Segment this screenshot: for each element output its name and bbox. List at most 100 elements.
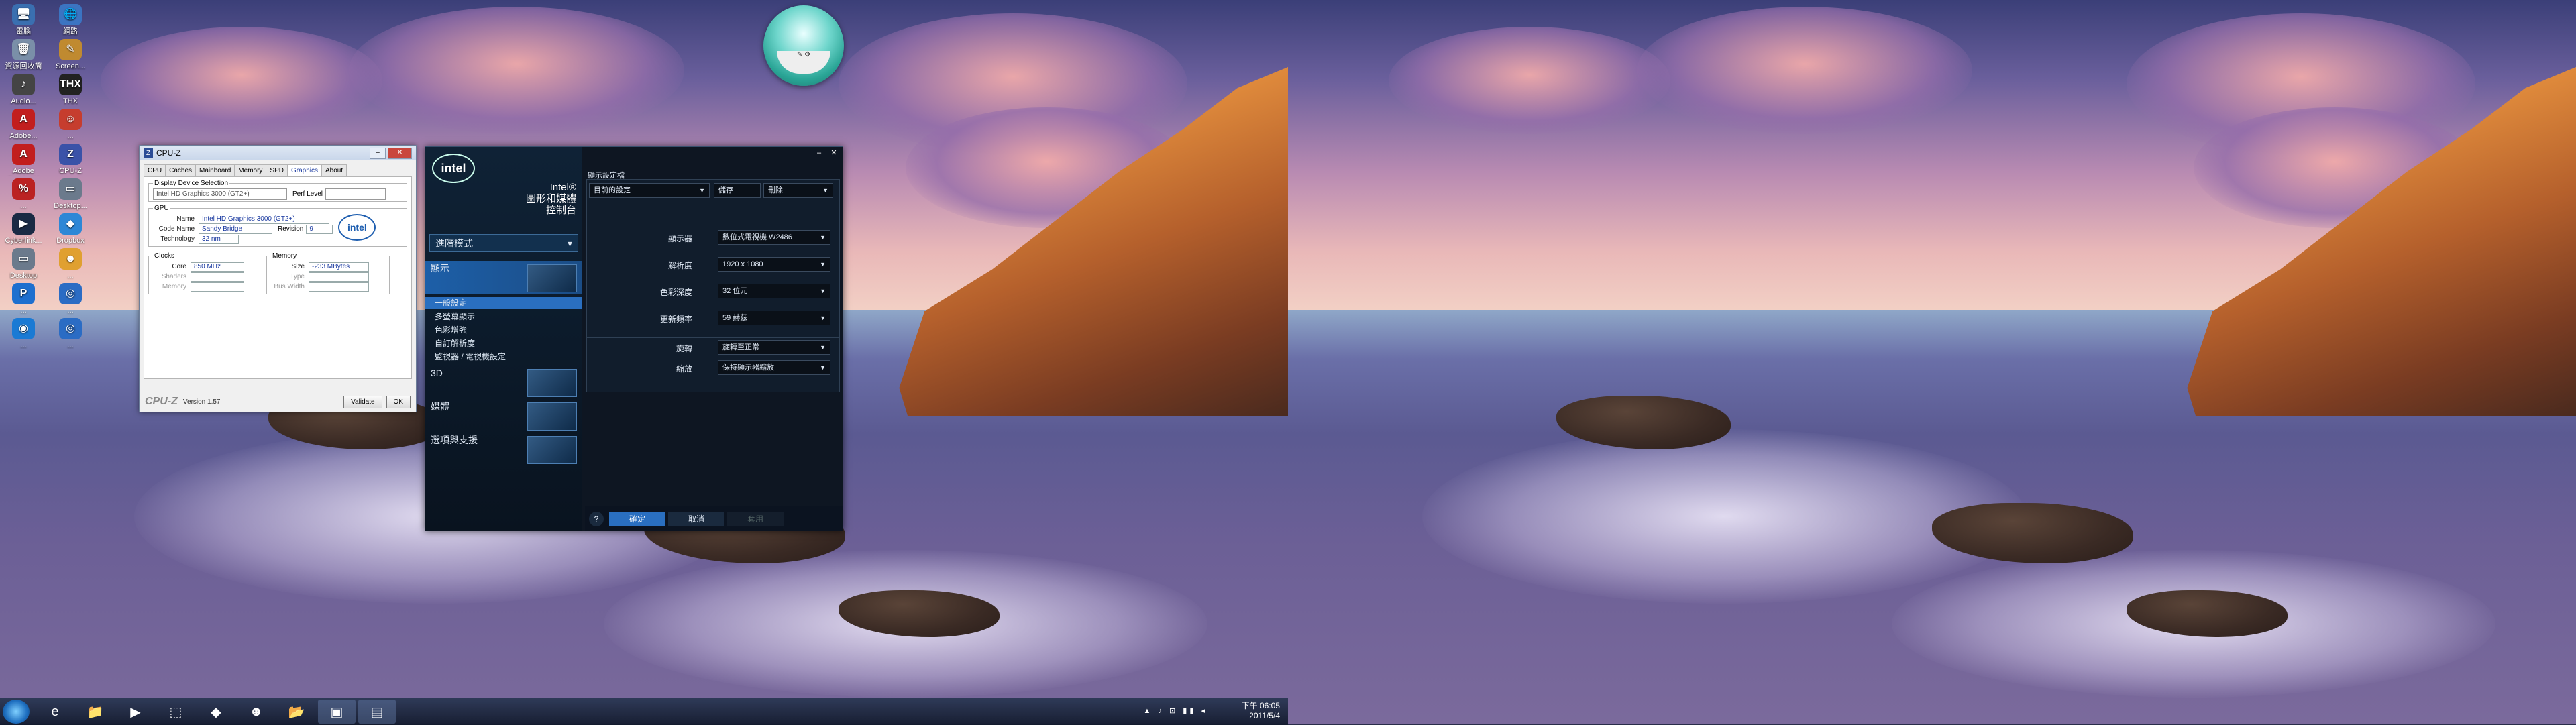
tab-memory[interactable]: Memory [234, 164, 267, 176]
app-icon: ◎ [59, 318, 82, 339]
taskbar-app-button[interactable]: 📁 [76, 700, 114, 724]
desktop-icon[interactable]: A Adobe Reader X [1, 141, 46, 176]
tab-mainboard[interactable]: Mainboard [195, 164, 235, 176]
profile-value: 目前的設定 [594, 186, 631, 194]
minimize-button[interactable]: – [813, 148, 825, 158]
device-select[interactable]: Intel HD Graphics 3000 (GT2+) [153, 188, 287, 200]
desktop-icon[interactable]: ◎... [48, 280, 93, 315]
app-icon: ☻ [59, 248, 82, 270]
bus-width [309, 282, 369, 292]
menu-item[interactable]: 3D [425, 366, 582, 399]
desktop-icon[interactable]: 🌐 網路 [48, 1, 93, 36]
memory-group: Memory Size -233 MBytes Type Bus Width [266, 252, 390, 294]
desktop-icon[interactable]: %... [1, 176, 46, 211]
desktop-icon[interactable]: ☺... [48, 106, 93, 141]
save-button[interactable]: 儲存 [714, 183, 761, 198]
taskbar-app-button[interactable]: ⬚ [157, 700, 195, 724]
validate-button[interactable]: Validate [343, 395, 382, 408]
clocks-legend: Clocks [154, 252, 175, 260]
tab-caches[interactable]: Caches [165, 164, 197, 176]
profile-select[interactable]: 目前的設定 ▼ [589, 183, 710, 198]
taskbar-app-button[interactable]: ▶ [117, 700, 154, 724]
gpu-name: Intel HD Graphics 3000 (GT2+) [199, 214, 329, 224]
desktop-icon[interactable]: A Adobe... [1, 106, 46, 141]
gadget-controls[interactable]: ✎ ⚙ [777, 51, 830, 74]
taskbar-app-button[interactable]: e [36, 700, 74, 724]
clock-gadget[interactable]: ✎ ⚙ [763, 5, 844, 86]
delete-button[interactable]: 刪除 ▼ [763, 183, 833, 198]
desktop-icon[interactable]: 🗑 資源回收筒 [1, 36, 46, 71]
desktop-icon-label: Desktop [9, 272, 38, 280]
desktop-icon[interactable]: ◎... [48, 315, 93, 350]
system-tray[interactable]: ▲ ♪ ⊡ ▮▮ ◂ [1144, 706, 1208, 715]
taskbar-app-button[interactable]: ▤ [358, 700, 396, 724]
intel-logo: intel [432, 154, 475, 183]
help-button[interactable]: ? [589, 512, 604, 526]
perf-level-select[interactable] [325, 188, 386, 200]
mode-dropdown[interactable]: 進階模式 ▾ [429, 234, 578, 252]
setting-select[interactable]: 59 赫茲 ▼ [718, 311, 830, 325]
desktop-icon[interactable]: THX THX [48, 71, 93, 106]
desktop-icon[interactable]: ✎ Screen... [48, 36, 93, 71]
taskbar-app-button[interactable]: ▣ [318, 700, 356, 724]
desktop-icon[interactable]: ▶ Cyberlink... [1, 211, 46, 245]
menu-item[interactable]: 媒體 [425, 399, 582, 433]
ok-button[interactable]: 確定 [609, 512, 665, 526]
submenu-item[interactable]: 色彩增強 [435, 324, 467, 335]
desktop-icon[interactable]: ▭ Desktop... [48, 176, 93, 211]
desktop-icon[interactable]: Z CPU-Z [48, 141, 93, 176]
cpuz-titlebar[interactable]: Z CPU-Z – ✕ [140, 146, 416, 160]
delete-label: 刪除 [768, 186, 783, 194]
tab-graphics[interactable]: Graphics [286, 164, 322, 176]
ok-button[interactable]: OK [386, 395, 411, 408]
close-button[interactable]: ✕ [388, 147, 412, 159]
desktop-icon[interactable]: 🖥 電腦 [1, 1, 46, 36]
taskbar-app-button[interactable]: ☻ [237, 700, 275, 724]
desktop-icon[interactable]: ☻... [48, 245, 93, 280]
menu-item[interactable]: 選項與支援 [425, 433, 582, 466]
desktop-icon-label: THX [63, 97, 78, 105]
cpuz-brand: CPU-Z [145, 396, 178, 407]
scaling-select[interactable]: 保持顯示器縮放 ▼ [718, 360, 830, 375]
tab-about[interactable]: About [321, 164, 347, 176]
setting-select[interactable]: 數位式電視機 W2486 ▼ [718, 230, 830, 245]
tab-spd[interactable]: SPD [266, 164, 288, 176]
cancel-button[interactable]: 取消 [668, 512, 724, 526]
desktop-icon-label: Audio... [11, 97, 36, 105]
tab-cpu[interactable]: CPU [144, 164, 166, 176]
desktop-icon[interactable]: ◆ Dropbox [48, 211, 93, 245]
memory-type [309, 272, 369, 282]
clock[interactable]: 下午 06:05 2011/5/4 [1242, 701, 1280, 721]
app-icon: P [12, 283, 35, 304]
desktop-icon[interactable]: ♪ Audio... [1, 71, 46, 106]
memory-clock-label: Memory [162, 283, 186, 290]
wallpaper-foam [1422, 429, 2026, 604]
desktop-icon-label: Dropbox [56, 237, 85, 245]
rotation-select[interactable]: 旋轉至正常 ▼ [718, 340, 830, 355]
wallpaper-cloud [349, 7, 684, 134]
menu-item-label: 媒體 [431, 401, 449, 412]
setting-select[interactable]: 32 位元 ▼ [718, 284, 830, 298]
desktop-icon-label: ... [67, 306, 74, 315]
start-button[interactable] [3, 700, 30, 724]
intel-badge: intel [338, 214, 376, 241]
desktop-icon-label: CPU-Z [59, 167, 82, 175]
core-label: Core [172, 263, 186, 270]
submenu-item[interactable]: 多螢幕顯示 [435, 311, 475, 322]
submenu-item[interactable]: 監視器 / 電視機設定 [435, 351, 506, 362]
minimize-button[interactable]: – [370, 147, 386, 159]
setting-select[interactable]: 1920 x 1080 ▼ [718, 257, 830, 272]
taskbar-app-button[interactable]: ◆ [197, 700, 235, 724]
menu-item[interactable]: 顯示 [425, 261, 582, 294]
submenu-item[interactable]: 自訂解析度 [435, 337, 475, 349]
submenu-item[interactable]: 一般設定 [425, 297, 582, 309]
desktop-icon[interactable]: ◉... [1, 315, 46, 350]
desktop-icon[interactable]: P... [1, 280, 46, 315]
app-icon: ▶ [12, 213, 35, 235]
desktop-icon[interactable]: ▭ Desktop [1, 245, 46, 280]
taskbar-app-button[interactable]: 📂 [278, 700, 315, 724]
apply-button[interactable]: 套用 [727, 512, 784, 526]
menu-item-label: 3D [431, 368, 443, 378]
revision: 9 [306, 224, 333, 234]
close-button[interactable]: ✕ [828, 148, 840, 158]
